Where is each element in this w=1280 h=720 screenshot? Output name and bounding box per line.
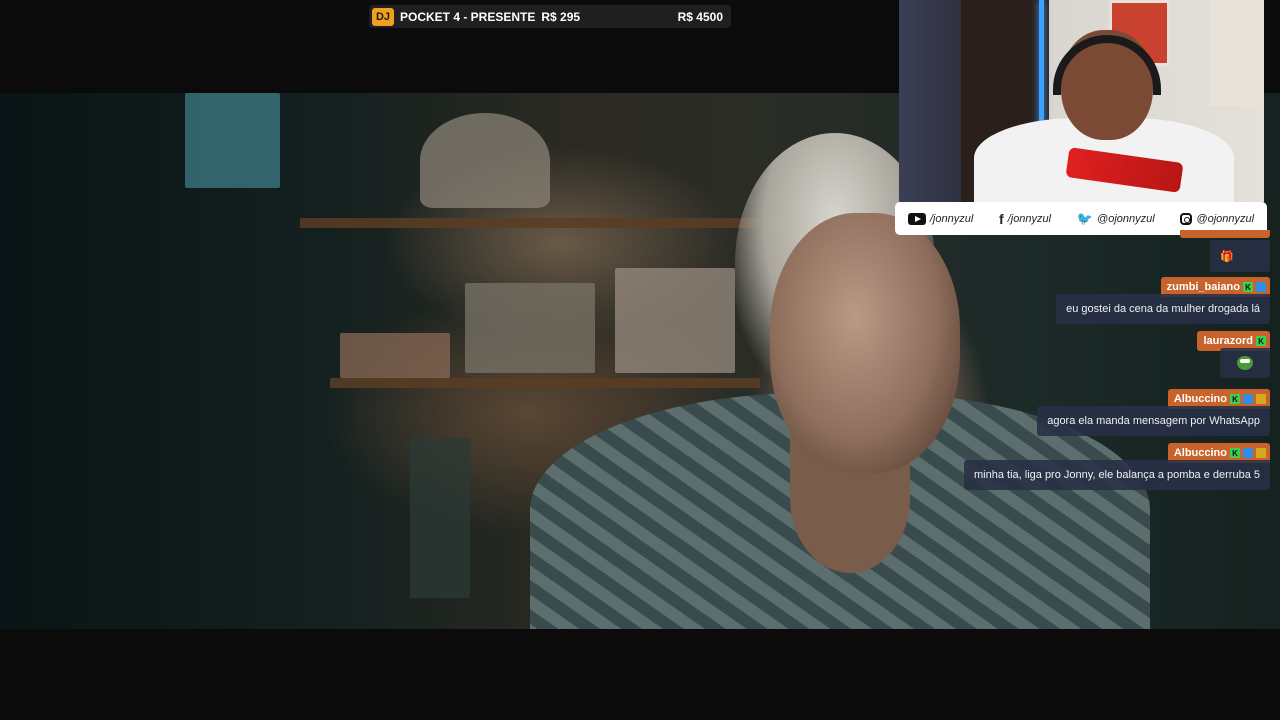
social-instagram: @ojonnyzul xyxy=(1180,212,1255,225)
youtube-icon xyxy=(907,212,926,225)
kick-badge-icon: K xyxy=(1230,394,1240,404)
donation-goal-amount: R$ 4500 xyxy=(677,9,723,24)
donation-goal-bar: DJ POCKET 4 - PRESENTE R$ 295 R$ 4500 xyxy=(369,5,731,28)
dj-badge-icon: DJ xyxy=(372,7,394,26)
background-shelf xyxy=(330,378,760,388)
webcam-feed xyxy=(899,0,1264,202)
chat-message: eu gostei da cena da mulher drogada lá xyxy=(1056,294,1270,324)
chat-username: Albuccino xyxy=(1173,393,1227,405)
gift-badge-icon xyxy=(1256,394,1266,404)
instagram-icon xyxy=(1180,212,1193,225)
cam-led-strip xyxy=(1039,0,1044,130)
chat-username: laurazord xyxy=(1203,335,1253,347)
social-handle: /jonnyzul xyxy=(1007,212,1052,225)
chat-message: 🎁 xyxy=(1210,240,1270,272)
background-window xyxy=(185,93,280,188)
social-handle: @ojonnyzul xyxy=(1196,212,1255,225)
chat-message xyxy=(1220,348,1270,378)
background-books xyxy=(340,333,450,378)
pepe-emote-icon xyxy=(1237,356,1253,370)
gift-badge-icon xyxy=(1256,448,1266,458)
sub-badge-icon xyxy=(1256,282,1266,292)
emote-icon: 🎁 xyxy=(1220,250,1234,263)
sub-badge-icon xyxy=(1243,394,1253,404)
sub-badge-icon xyxy=(1243,448,1253,458)
social-twitter: 🐦 @ojonnyzul xyxy=(1077,211,1155,227)
background-lamp xyxy=(420,113,550,208)
social-handle: /jonnyzul xyxy=(929,212,974,225)
donation-item-label: POCKET 4 - PRESENTE xyxy=(400,9,536,24)
twitter-icon: 🐦 xyxy=(1076,210,1094,226)
chat-message-text: eu gostei da cena da mulher drogada lá xyxy=(1066,303,1260,315)
background-bottle xyxy=(410,438,470,598)
kick-badge-icon: K xyxy=(1243,282,1253,292)
donation-current-amount: R$ 295 xyxy=(541,9,581,24)
chat-message: agora ela manda mensagem por WhatsApp xyxy=(1037,406,1270,436)
social-handle: @ojonnyzul xyxy=(1097,212,1155,225)
chat-username: zumbi_baiano xyxy=(1166,281,1240,293)
background-shelf xyxy=(300,218,760,228)
social-facebook: f /jonnyzul xyxy=(999,211,1051,227)
chat-username: Albuccino xyxy=(1173,447,1227,459)
actress-face xyxy=(770,213,960,473)
chat-message-text: agora ela manda mensagem por WhatsApp xyxy=(1047,415,1260,427)
kick-badge-icon: K xyxy=(1256,336,1266,346)
facebook-icon: f xyxy=(999,210,1004,227)
social-youtube: /jonnyzul xyxy=(907,212,974,225)
chat-name-tag xyxy=(1180,230,1270,238)
chat-message: minha tia, liga pro Jonny, ele balança a… xyxy=(964,460,1270,490)
chat-message-text: minha tia, liga pro Jonny, ele balança a… xyxy=(974,469,1260,481)
background-books xyxy=(465,283,595,373)
kick-badge-icon: K xyxy=(1230,448,1240,458)
cam-poster xyxy=(1209,0,1264,106)
background-books xyxy=(615,268,735,373)
